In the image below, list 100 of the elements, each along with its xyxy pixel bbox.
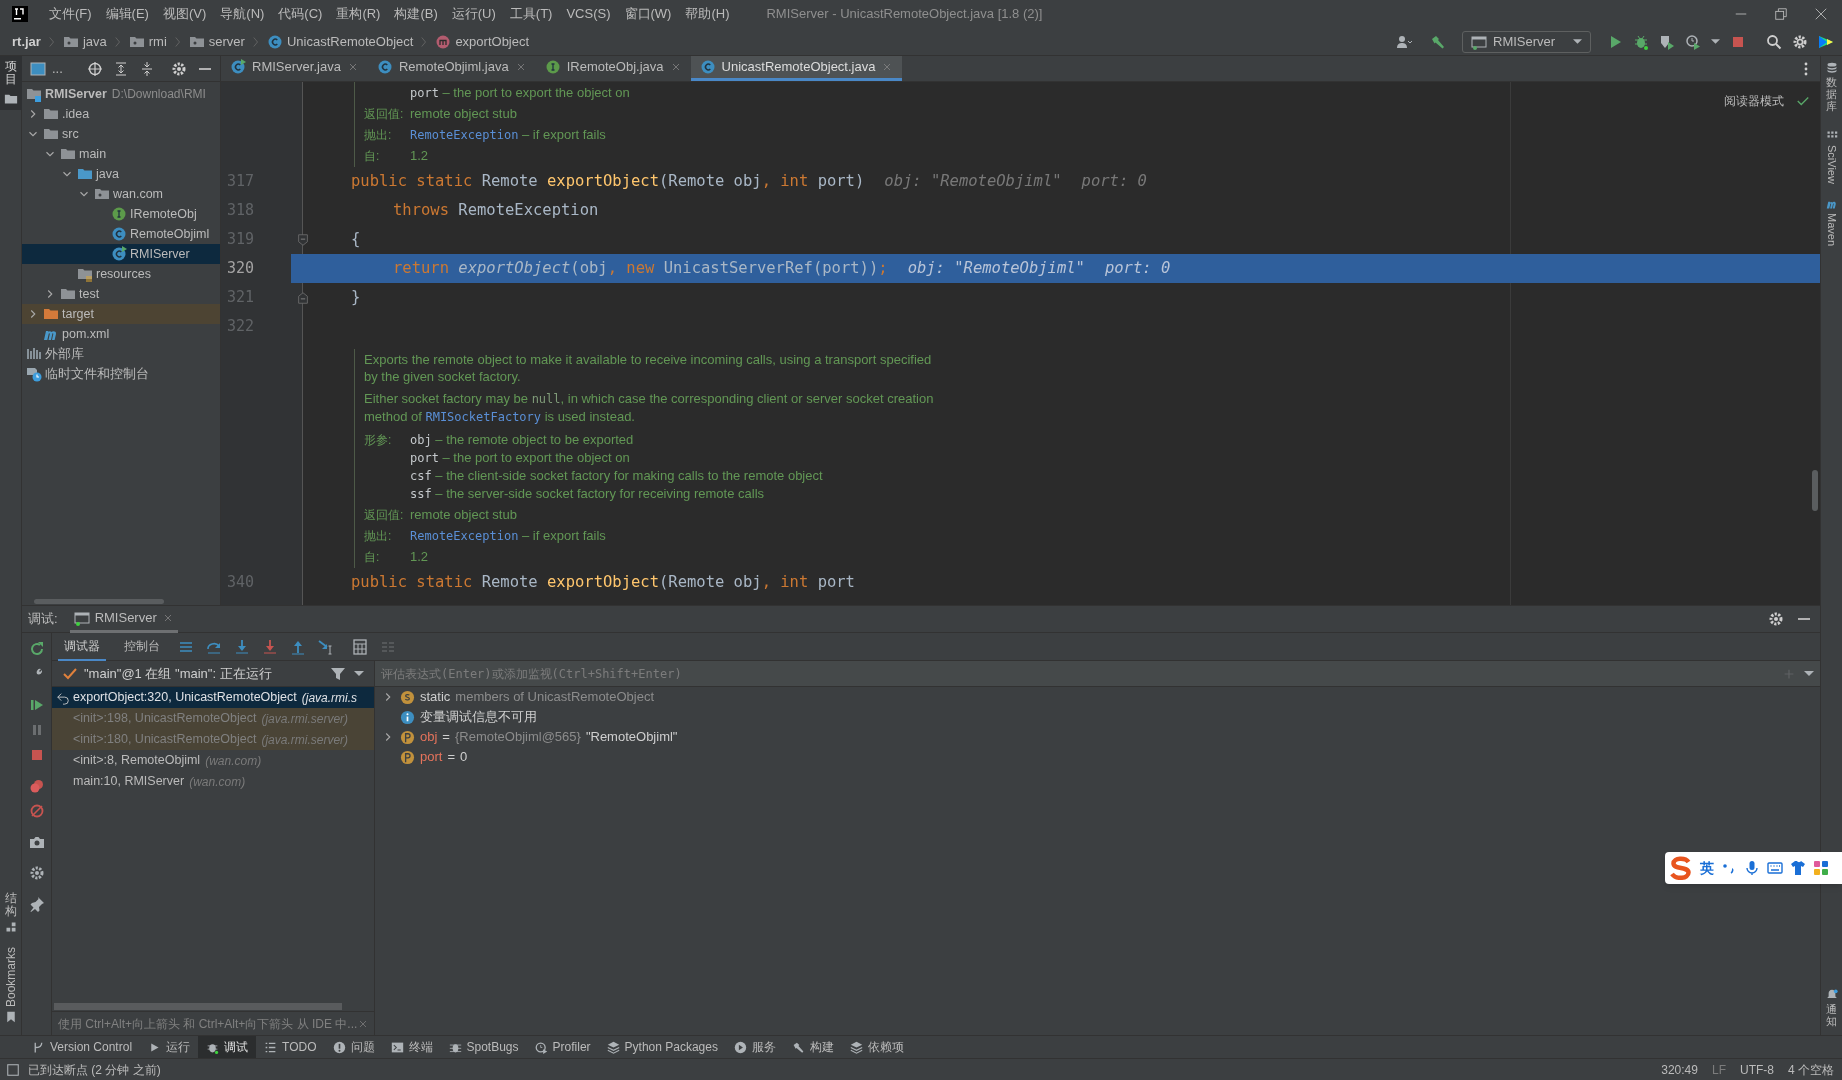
menu-item[interactable]: 导航(N) <box>213 4 272 24</box>
input-mode-label[interactable]: 英 <box>1700 857 1714 879</box>
variable-row[interactable]: 变量调试信息不可用 <box>375 707 1820 727</box>
panel-toggle-icon[interactable] <box>6 1062 20 1077</box>
fold-marker-icon[interactable] <box>296 290 310 305</box>
doc-link[interactable]: RMISocketFactory <box>425 410 542 424</box>
tree-item[interactable]: RMIServer <box>22 244 220 264</box>
locate-icon[interactable] <box>86 60 103 77</box>
keyboard-icon[interactable] <box>1767 860 1783 876</box>
menu-item[interactable]: 视图(V) <box>155 4 214 24</box>
coverage-icon[interactable] <box>1659 33 1675 50</box>
maven-tool-tab[interactable]: Maven <box>1823 213 1840 247</box>
menu-item[interactable]: 工具(T) <box>502 4 560 24</box>
caret-icon[interactable] <box>1711 39 1720 44</box>
fold-marker-icon[interactable] <box>296 232 310 247</box>
scrollbar[interactable] <box>1812 470 1818 511</box>
bookmarks-tool-tab[interactable]: Bookmarks <box>1 946 20 1007</box>
menu-item[interactable]: 帮助(H) <box>678 4 737 24</box>
doc-link[interactable]: RemoteException <box>410 128 519 142</box>
doc-link[interactable]: RemoteException <box>410 529 519 543</box>
menu-item[interactable]: 编辑(E) <box>98 4 156 24</box>
camera-icon[interactable] <box>28 834 45 850</box>
tool-window-tab[interactable]: 依赖项 <box>841 1035 912 1059</box>
scrollbar[interactable] <box>34 598 164 604</box>
filter-icon[interactable] <box>330 665 346 682</box>
run-configuration-dropdown[interactable]: RMIServer <box>1462 30 1591 53</box>
tree-item[interactable]: RMIServer D:\Download\RMI <box>22 84 220 104</box>
force-step-into-icon[interactable] <box>262 638 278 655</box>
run-to-cursor-icon[interactable] <box>318 638 334 655</box>
menu-item[interactable]: 文件(F) <box>42 4 99 24</box>
settings-icon[interactable] <box>28 865 45 881</box>
user-icon[interactable] <box>1394 33 1414 50</box>
tree-item[interactable]: resources <box>22 264 220 284</box>
breadcrumb-item[interactable]: rt.jar <box>10 31 43 52</box>
editor-tab[interactable]: UnicastRemoteObject.java <box>690 56 903 81</box>
mute-breakpoints-icon[interactable] <box>28 803 45 819</box>
menu-item[interactable]: 构建(B) <box>387 4 445 24</box>
tool-window-tab[interactable]: Profiler <box>526 1035 599 1059</box>
tool-window-tab[interactable]: 调试 <box>198 1035 257 1059</box>
tree-item[interactable]: IRemoteObj <box>22 204 220 224</box>
tree-item[interactable]: target <box>22 304 220 324</box>
menu-item[interactable]: 运行(U) <box>444 4 503 24</box>
pin-icon[interactable] <box>28 896 45 912</box>
calculator-icon[interactable] <box>352 638 368 655</box>
variable-row[interactable]: port = 0 <box>375 747 1820 767</box>
editor-tab[interactable]: IRemoteObj.java <box>535 56 691 81</box>
tool-window-tab[interactable]: 终端 <box>382 1035 441 1059</box>
caret-icon[interactable] <box>1804 671 1814 676</box>
menu-item[interactable]: 代码(C) <box>271 4 330 24</box>
variable-row[interactable]: obj = {RemoteObjiml@565} "RemoteObjiml" <box>375 727 1820 747</box>
tool-window-tab[interactable]: Version Control <box>24 1035 141 1059</box>
step-into-icon[interactable] <box>234 638 250 655</box>
plugin-logo-icon[interactable] <box>1818 33 1834 50</box>
debug-icon[interactable] <box>1633 33 1649 50</box>
tree-item[interactable]: .idea <box>22 104 220 124</box>
stack-frame[interactable]: main:10, RMIServer (wan.com) <box>52 771 374 792</box>
breadcrumb-item[interactable]: UnicastRemoteObject <box>264 31 416 52</box>
settings-icon[interactable] <box>170 60 187 77</box>
notifications-tool-tab[interactable]: 通知 <box>1826 1002 1837 1027</box>
restore-icon[interactable] <box>1774 7 1788 21</box>
stack-frame[interactable]: exportObject:320, UnicastRemoteObject (java.rmi.s <box>52 687 374 708</box>
caret-position[interactable]: 320:49 <box>1661 1060 1698 1079</box>
tool-window-tab[interactable]: 构建 <box>783 1035 842 1059</box>
tool-window-tab[interactable]: TODO <box>256 1035 325 1059</box>
indent-setting[interactable]: 4 个空格 <box>1788 1060 1834 1079</box>
editor-tab[interactable]: RMIServer.java <box>221 56 368 81</box>
tree-item[interactable]: main <box>22 144 220 164</box>
hammer-icon[interactable] <box>1430 33 1446 50</box>
tree-item[interactable]: pom.xml <box>22 324 220 344</box>
breadcrumb-item[interactable]: rmi <box>126 31 169 52</box>
breadcrumb-item[interactable]: java <box>60 31 109 52</box>
tool-window-tab[interactable]: 问题 <box>324 1035 383 1059</box>
session-tab[interactable]: RMIServer <box>69 605 178 633</box>
profiler-icon[interactable] <box>1685 33 1701 50</box>
scrollbar[interactable] <box>54 1002 342 1010</box>
tool-window-tab[interactable]: 服务 <box>725 1035 784 1059</box>
database-tool-tab[interactable]: 数据库 <box>1826 76 1837 113</box>
breadcrumb-item[interactable]: server <box>186 31 247 52</box>
structure-tool-tab[interactable]: 结构 <box>4 891 17 918</box>
search-icon[interactable] <box>1766 33 1782 50</box>
caret-icon[interactable] <box>354 671 364 676</box>
app-logo-icon[interactable] <box>12 6 28 22</box>
tree-item[interactable]: 临时文件和控制台 <box>22 364 220 384</box>
debugger-tab[interactable]: 控制台 <box>118 632 166 661</box>
menu-item[interactable]: 窗口(W) <box>617 4 679 24</box>
tool-window-tab[interactable]: Python Packages <box>598 1035 726 1059</box>
tool-window-tab[interactable]: SpotBugs <box>440 1035 527 1059</box>
panel-title[interactable]: ... <box>52 58 63 79</box>
file-encoding[interactable]: UTF-8 <box>1740 1060 1774 1079</box>
variable-row[interactable]: static members of UnicastRemoteObject <box>375 687 1820 707</box>
shirt-icon[interactable] <box>1790 860 1806 876</box>
tree-item[interactable]: RemoteObjiml <box>22 224 220 244</box>
resume-icon[interactable] <box>28 697 45 713</box>
sciview-tool-tab[interactable]: SciView <box>1823 145 1840 185</box>
apps-icon[interactable] <box>1813 860 1829 876</box>
tree-item[interactable]: 外部库 <box>22 344 220 364</box>
tree-item[interactable]: src <box>22 124 220 144</box>
stack-frame[interactable]: <init>:8, RemoteObjiml (wan.com) <box>52 750 374 771</box>
breadcrumb-item[interactable]: exportObject <box>433 31 532 52</box>
tree-item[interactable]: test <box>22 284 220 304</box>
